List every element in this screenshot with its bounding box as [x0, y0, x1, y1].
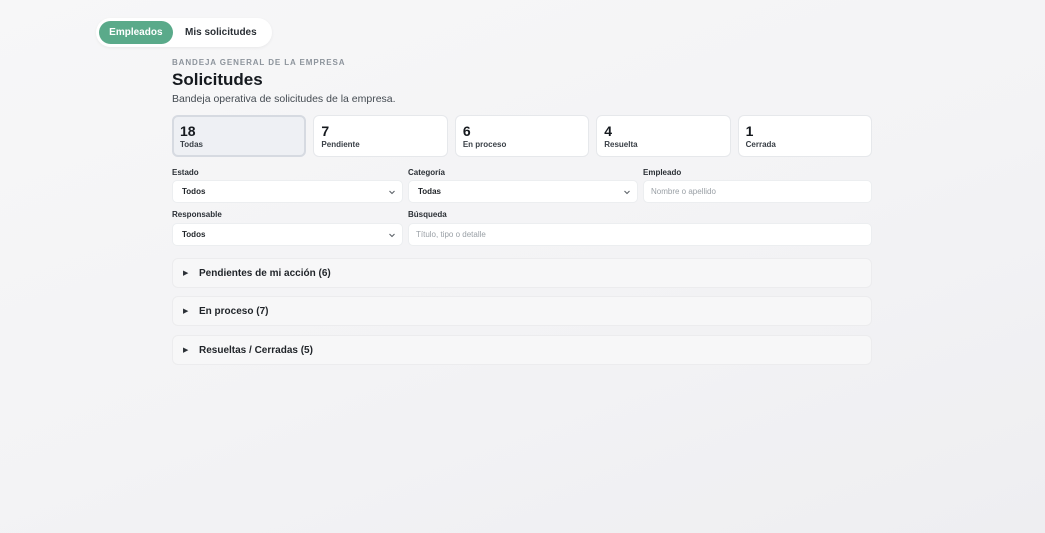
stat-count: 1	[745, 123, 754, 139]
chevron-down-icon	[389, 190, 395, 195]
busqueda-placeholder: Título, tipo o detalle	[416, 230, 486, 239]
stat-label: Resuelta	[604, 140, 638, 149]
expand-triangle-icon: ▶	[183, 308, 189, 315]
stat-count: 7	[321, 123, 330, 139]
empleado-placeholder: Nombre o apellido	[651, 187, 716, 196]
page-eyebrow: BANDEJA GENERAL DE LA EMPRESA	[172, 58, 346, 67]
page-title: Solicitudes	[172, 70, 263, 89]
stat-card-all[interactable]: 18 Todas	[172, 115, 307, 157]
page-subtitle: Bandeja operativa de solicitudes de la e…	[172, 93, 396, 105]
responsable-value: Todos	[182, 230, 206, 239]
section-title: Pendientes de mi acción (6)	[199, 267, 331, 279]
tab-employees[interactable]: Empleados	[99, 21, 173, 44]
section-pending-my-action[interactable]: ▶ Pendientes de mi acción (6)	[172, 258, 872, 288]
section-in-progress[interactable]: ▶ En proceso (7)	[172, 296, 872, 326]
stat-label: Pendiente	[321, 140, 360, 149]
stat-card-pending[interactable]: 7 Pendiente	[313, 115, 448, 157]
empleado-input[interactable]: Nombre o apellido	[643, 180, 872, 203]
estado-value: Todos	[182, 187, 206, 196]
stat-label: Todas	[180, 140, 203, 149]
estado-label: Estado	[172, 168, 199, 177]
tab-my-requests[interactable]: Mis solicitudes	[173, 21, 269, 44]
expand-triangle-icon: ▶	[183, 270, 189, 277]
categoria-select[interactable]: Todas	[408, 180, 638, 203]
stat-label: Cerrada	[745, 140, 776, 149]
busqueda-label: Búsqueda	[408, 210, 447, 219]
stat-count: 4	[604, 123, 613, 139]
page-header: BANDEJA GENERAL DE LA EMPRESA Solicitude…	[172, 58, 396, 105]
chevron-down-icon	[624, 190, 630, 195]
chevron-down-icon	[389, 233, 395, 238]
empleado-label: Empleado	[643, 168, 682, 177]
busqueda-input[interactable]: Título, tipo o detalle	[408, 223, 872, 246]
stat-card-closed[interactable]: 1 Cerrada	[737, 115, 873, 157]
view-tabs: Empleados Mis solicitudes	[96, 18, 272, 47]
stat-card-resolved[interactable]: 4 Resuelta	[596, 115, 731, 157]
section-title: Resueltas / Cerradas (5)	[199, 344, 313, 356]
expand-triangle-icon: ▶	[183, 347, 189, 354]
stat-card-in-progress[interactable]: 6 En proceso	[454, 115, 590, 157]
section-title: En proceso (7)	[199, 305, 269, 317]
status-summary-cards: 18 Todas 7 Pendiente 6 En proceso 4 Resu…	[172, 115, 873, 157]
stat-count: 6	[462, 123, 471, 139]
stat-label: En proceso	[462, 140, 507, 149]
estado-select[interactable]: Todos	[172, 180, 403, 203]
responsable-select[interactable]: Todos	[172, 223, 403, 246]
stat-count: 18	[180, 123, 196, 139]
categoria-label: Categoría	[408, 168, 445, 177]
section-resolved-closed[interactable]: ▶ Resueltas / Cerradas (5)	[172, 335, 872, 365]
categoria-value: Todas	[418, 187, 441, 196]
responsable-label: Responsable	[172, 210, 222, 219]
